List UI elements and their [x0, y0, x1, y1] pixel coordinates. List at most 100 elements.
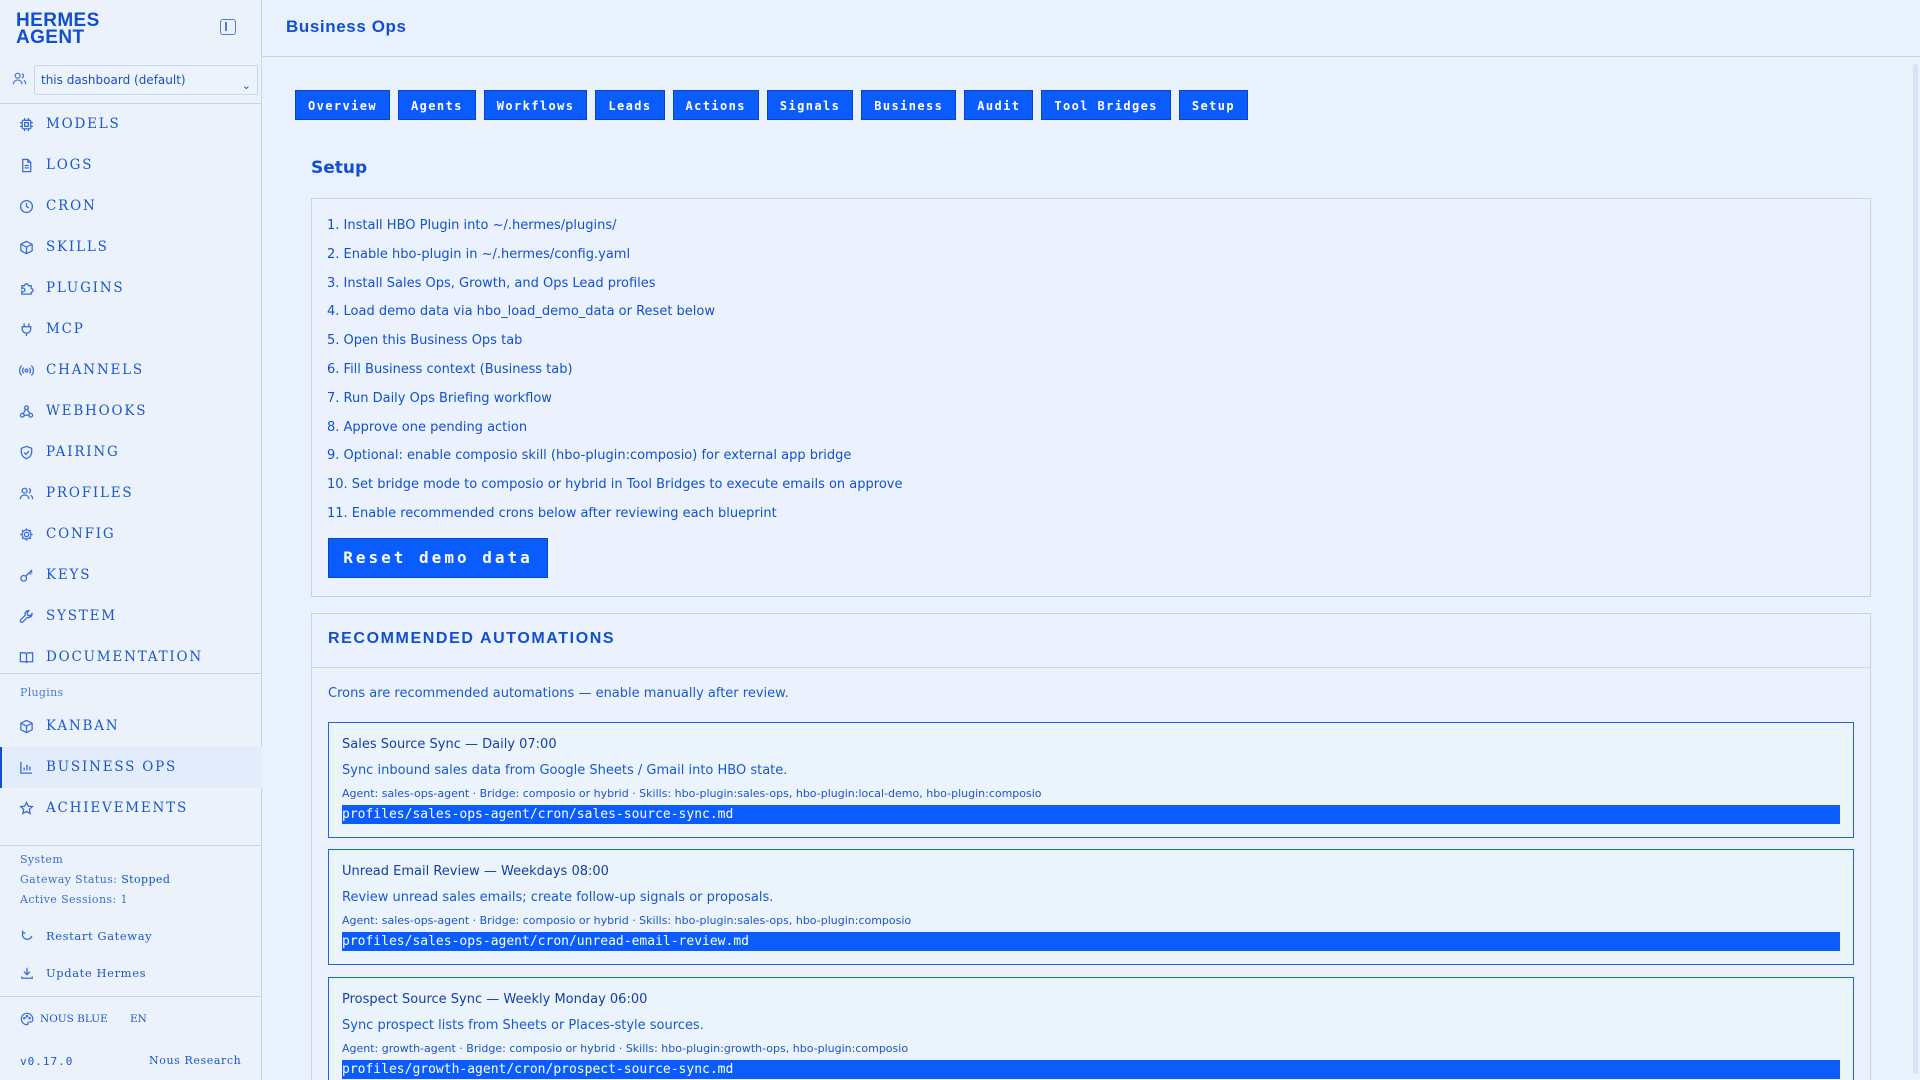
setup-step: 6. Fill Business context (Business tab)	[327, 361, 573, 377]
gateway-status: Gateway Status: Stopped	[20, 873, 170, 886]
page-title: Business Ops	[286, 17, 407, 36]
tab-actions[interactable]: Actions	[672, 90, 759, 120]
file-text-icon	[19, 158, 34, 173]
nav-label: MCP	[46, 321, 85, 337]
divider	[0, 996, 262, 997]
language-switcher[interactable]: EN	[130, 1013, 147, 1025]
chevron-down-icon: ⌄	[241, 79, 251, 92]
radio-icon	[19, 363, 34, 378]
automation-item: Sales Source Sync — Daily 07:00 Sync inb…	[328, 722, 1854, 838]
divider	[0, 845, 262, 846]
plug-icon	[19, 322, 34, 337]
profile-select[interactable]: this dashboard (default) ⌄	[34, 65, 258, 95]
vendor-link[interactable]: Nous Research	[149, 1054, 241, 1067]
nav-keys[interactable]: KEYS	[0, 555, 262, 596]
theme-switcher[interactable]: NOUS BLUE	[20, 1012, 108, 1026]
setup-heading: Setup	[311, 158, 368, 178]
tab-overview[interactable]: Overview	[295, 90, 390, 120]
tab-signals[interactable]: Signals	[766, 90, 854, 120]
setup-step: 7. Run Daily Ops Briefing workflow	[327, 390, 552, 406]
restart-gateway-button[interactable]: Restart Gateway	[20, 926, 152, 946]
nav-webhooks[interactable]: WEBHOOKS	[0, 391, 262, 432]
update-hermes-label: Update Hermes	[46, 966, 147, 980]
system-section-label: System	[20, 853, 64, 866]
version-label: v0.17.0	[20, 1055, 74, 1068]
sidebar: HERMES AGENT this dashboard (default) ⌄ …	[0, 0, 262, 1080]
main-nav: MODELS LOGS CRON SKILLS PLUGINS MCP CHAN…	[0, 104, 262, 678]
book-icon	[19, 650, 34, 665]
nav-label: SYSTEM	[46, 608, 117, 624]
setup-step: 1. Install HBO Plugin into ~/.hermes/plu…	[327, 218, 617, 233]
update-hermes-button[interactable]: Update Hermes	[20, 963, 146, 983]
tab-leads[interactable]: Leads	[595, 90, 665, 120]
setup-step: 10. Set bridge mode to composio or hybri…	[327, 477, 903, 493]
nav-label: KEYS	[46, 567, 92, 583]
nav-label: CRON	[46, 198, 97, 214]
palette-icon	[20, 1012, 34, 1026]
nav-logs[interactable]: LOGS	[0, 145, 262, 186]
automation-path[interactable]: profiles/sales-ops-agent/cron/sales-sour…	[342, 805, 1840, 824]
setup-step: 8. Approve one pending action	[327, 419, 528, 435]
automation-title: Sales Source Sync — Daily 07:00	[342, 737, 557, 752]
tab-business[interactable]: Business	[861, 90, 957, 120]
automation-title: Unread Email Review — Weekdays 08:00	[342, 864, 609, 879]
nav-documentation[interactable]: DOCUMENTATION	[0, 637, 262, 678]
automation-path[interactable]: profiles/sales-ops-agent/cron/unread-ema…	[342, 932, 1840, 951]
nav-system[interactable]: SYSTEM	[0, 596, 262, 637]
nav-label: PAIRING	[46, 444, 120, 460]
nav-cron[interactable]: CRON	[0, 186, 262, 227]
tab-tool-bridges[interactable]: Tool Bridges	[1041, 90, 1171, 120]
theme-label: NOUS BLUE	[40, 1013, 108, 1025]
nav-skills[interactable]: SKILLS	[0, 227, 262, 268]
clock-icon	[19, 199, 34, 214]
profile-select-value: this dashboard (default)	[41, 73, 186, 87]
tab-workflows[interactable]: Workflows	[483, 90, 588, 120]
nav-mcp[interactable]: MCP	[0, 309, 262, 350]
nav-label: PLUGINS	[46, 280, 125, 296]
active-sessions: Active Sessions: 1	[20, 893, 128, 906]
gear-icon	[19, 527, 34, 542]
tab-agents[interactable]: Agents	[398, 90, 476, 120]
refresh-icon	[20, 929, 34, 943]
automation-path[interactable]: profiles/growth-agent/cron/prospect-sour…	[342, 1060, 1840, 1079]
bar-chart-icon	[19, 760, 34, 775]
package-icon	[19, 719, 34, 734]
nav-config[interactable]: CONFIG	[0, 514, 262, 555]
brand-logo[interactable]: HERMES AGENT	[16, 11, 100, 47]
plugins-section-label: Plugins	[20, 686, 64, 699]
automation-description: Review unread sales emails; create follo…	[342, 890, 774, 905]
nav-achievements[interactable]: ACHIEVEMENTS	[0, 788, 262, 829]
nav-label: DOCUMENTATION	[46, 649, 203, 665]
setup-step: 4. Load demo data via hbo_load_demo_data…	[327, 304, 716, 320]
package-icon	[19, 240, 34, 255]
nav-channels[interactable]: CHANNELS	[0, 350, 262, 391]
setup-steps-list: 1. Install HBO Plugin into ~/.hermes/plu…	[327, 216, 902, 533]
nav-label: CHANNELS	[46, 362, 144, 378]
nav-label: SKILLS	[46, 239, 109, 255]
nav-label: BUSINESS OPS	[46, 759, 178, 775]
automation-description: Sync inbound sales data from Google Shee…	[342, 763, 788, 778]
scrollbar[interactable]	[1913, 64, 1918, 1074]
restart-gateway-label: Restart Gateway	[46, 929, 153, 943]
sidebar-collapse-icon[interactable]	[220, 19, 236, 35]
nav-profiles[interactable]: PROFILES	[0, 473, 262, 514]
nav-label: ACHIEVEMENTS	[46, 800, 188, 816]
plugin-nav: KANBAN BUSINESS OPS ACHIEVEMENTS	[0, 706, 262, 829]
top-bar: Business Ops	[262, 0, 1920, 57]
nav-pairing[interactable]: PAIRING	[0, 432, 262, 473]
setup-step: 11. Enable recommended crons below after…	[327, 505, 777, 521]
download-icon	[20, 966, 34, 980]
tab-setup[interactable]: Setup	[1178, 90, 1248, 120]
gateway-status-value: Stopped	[121, 873, 171, 886]
nav-kanban[interactable]: KANBAN	[0, 706, 262, 747]
nav-business-ops[interactable]: BUSINESS OPS	[0, 747, 262, 788]
nav-plugins[interactable]: PLUGINS	[0, 268, 262, 309]
nav-models[interactable]: MODELS	[0, 104, 262, 145]
divider	[312, 667, 1870, 668]
tab-audit[interactable]: Audit	[964, 90, 1034, 120]
puzzle-icon	[19, 281, 34, 296]
nav-label: CONFIG	[46, 526, 116, 542]
setup-step: 2. Enable hbo-plugin in ~/.hermes/config…	[327, 246, 631, 262]
reset-demo-data-button[interactable]: Reset demo data	[328, 538, 548, 578]
wrench-icon	[19, 609, 34, 624]
